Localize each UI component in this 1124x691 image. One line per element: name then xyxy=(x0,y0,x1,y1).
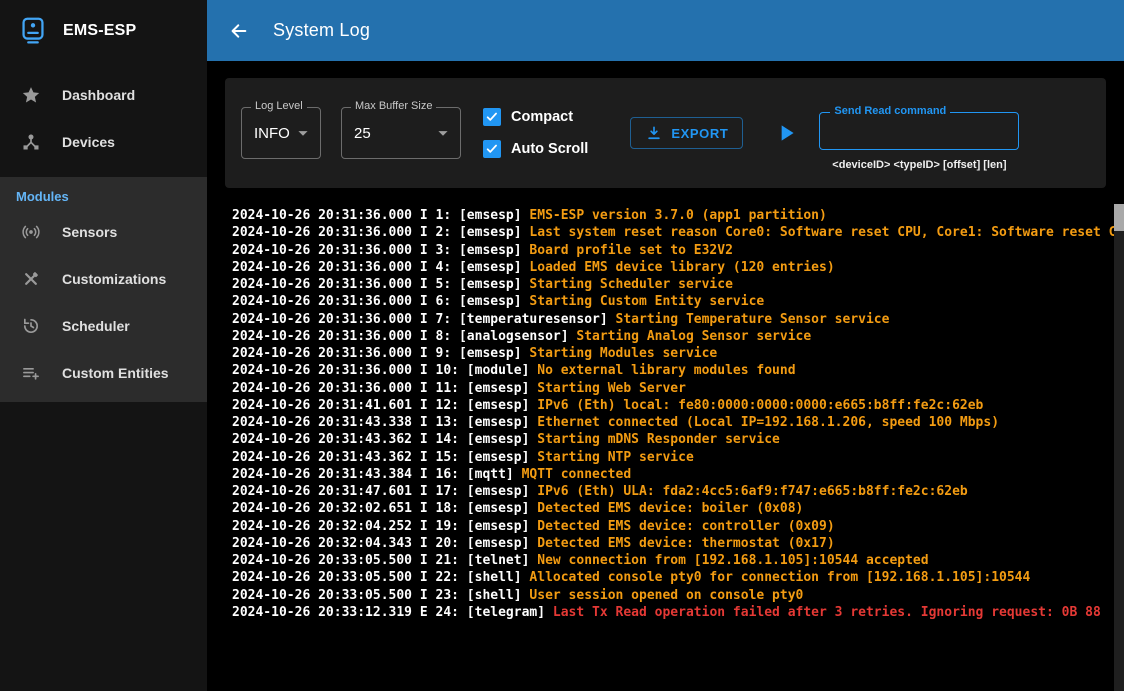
sidebar-header: EMS-ESP xyxy=(0,0,207,61)
sensors-icon xyxy=(20,222,42,242)
page-title: System Log xyxy=(273,20,370,41)
sidebar-item-label: Custom Entities xyxy=(62,365,169,381)
sidebar-item-label: Customizations xyxy=(62,271,166,287)
app-root: EMS-ESP Dashboard Devices Modules xyxy=(0,0,1124,691)
log-line: 2024-10-26 20:31:36.000 I 5: [emsesp] St… xyxy=(232,276,1108,293)
star-icon xyxy=(20,85,42,105)
autoscroll-checkbox-label: Auto Scroll xyxy=(511,141,588,157)
sidebar-item-label: Scheduler xyxy=(62,318,130,334)
download-icon xyxy=(645,124,663,142)
log-level-value: INFO xyxy=(254,125,292,142)
log-line: 2024-10-26 20:32:02.651 I 18: [emsesp] D… xyxy=(232,500,1108,517)
log-toolbar: Log Level INFO Max Buffer Size 25 xyxy=(225,78,1106,188)
log-line: 2024-10-26 20:31:36.000 I 6: [emsesp] St… xyxy=(232,293,1108,310)
log-line: 2024-10-26 20:31:36.000 I 3: [emsesp] Bo… xyxy=(232,242,1108,259)
log-level-label: Log Level xyxy=(251,100,307,112)
log-scrollbar[interactable] xyxy=(1114,204,1124,691)
log-line: 2024-10-26 20:31:43.384 I 16: [mqtt] MQT… xyxy=(232,466,1108,483)
send-read-command-field[interactable]: Send Read command xyxy=(819,112,1019,150)
send-read-command-input[interactable] xyxy=(820,113,1018,149)
sidebar-item-custom-entities[interactable]: Custom Entities xyxy=(0,349,207,396)
sidebar: EMS-ESP Dashboard Devices Modules xyxy=(0,0,207,691)
sidebar-item-scheduler[interactable]: Scheduler xyxy=(0,302,207,349)
log-line: 2024-10-26 20:31:43.338 I 13: [emsesp] E… xyxy=(232,414,1108,431)
modules-section: Modules Sensors xyxy=(0,177,207,402)
log-line: 2024-10-26 20:31:36.000 I 7: [temperatur… xyxy=(232,311,1108,328)
sidebar-item-label: Sensors xyxy=(62,224,117,240)
log-line: 2024-10-26 20:31:36.000 I 11: [emsesp] S… xyxy=(232,380,1108,397)
log-line: 2024-10-26 20:32:04.343 I 20: [emsesp] D… xyxy=(232,535,1108,552)
log-line: 2024-10-26 20:31:36.000 I 4: [emsesp] Lo… xyxy=(232,259,1108,276)
log-line: 2024-10-26 20:31:36.000 I 8: [analogsens… xyxy=(232,328,1108,345)
device-hub-icon xyxy=(20,132,42,152)
log-line: 2024-10-26 20:31:36.000 I 10: [module] N… xyxy=(232,362,1108,379)
log-line: 2024-10-26 20:31:36.000 I 1: [emsesp] EM… xyxy=(232,207,1108,224)
sidebar-item-devices[interactable]: Devices xyxy=(0,118,207,165)
arrow-back-icon[interactable] xyxy=(227,20,249,42)
tools-icon xyxy=(20,269,42,289)
log-output[interactable]: 2024-10-26 20:31:36.000 I 1: [emsesp] EM… xyxy=(207,204,1124,691)
sidebar-item-dashboard[interactable]: Dashboard xyxy=(0,71,207,118)
modules-section-header: Modules xyxy=(0,177,207,208)
log-options: Compact Auto Scroll xyxy=(483,108,588,158)
max-buffer-size-label: Max Buffer Size xyxy=(351,100,436,112)
log-line: 2024-10-26 20:31:41.601 I 12: [emsesp] I… xyxy=(232,397,1108,414)
log-line: 2024-10-26 20:31:36.000 I 9: [emsesp] St… xyxy=(232,345,1108,362)
log-line: 2024-10-26 20:33:05.500 I 23: [shell] Us… xyxy=(232,587,1108,604)
log-line: 2024-10-26 20:31:43.362 I 14: [emsesp] S… xyxy=(232,431,1108,448)
log-level-select[interactable]: Log Level INFO xyxy=(241,107,321,159)
compact-checkbox[interactable]: Compact xyxy=(483,108,588,126)
send-read-command-label: Send Read command xyxy=(830,105,950,117)
ems-esp-logo-icon xyxy=(16,14,50,48)
log-line: 2024-10-26 20:33:05.500 I 22: [shell] Al… xyxy=(232,569,1108,586)
log-lines: 2024-10-26 20:31:36.000 I 1: [emsesp] EM… xyxy=(232,207,1108,621)
main-area: System Log Log Level INFO Max Buffer Siz… xyxy=(207,0,1124,691)
max-buffer-size-select[interactable]: Max Buffer Size 25 xyxy=(341,107,461,159)
log-scrollbar-thumb[interactable] xyxy=(1114,204,1124,231)
log-line: 2024-10-26 20:31:47.601 I 17: [emsesp] I… xyxy=(232,483,1108,500)
play-arrow-icon[interactable] xyxy=(773,120,799,146)
sidebar-item-customizations[interactable]: Customizations xyxy=(0,255,207,302)
sidebar-item-label: Devices xyxy=(62,134,115,150)
chevron-down-icon xyxy=(292,122,314,144)
playlist-add-icon xyxy=(20,363,42,383)
log-line: 2024-10-26 20:32:04.252 I 19: [emsesp] D… xyxy=(232,518,1108,535)
max-buffer-size-value: 25 xyxy=(354,125,432,142)
send-read-command-group: Send Read command <deviceID> <typeID> [o… xyxy=(819,112,1019,171)
log-line: 2024-10-26 20:31:43.362 I 15: [emsesp] S… xyxy=(232,449,1108,466)
export-button-label: EXPORT xyxy=(671,126,728,141)
log-line: 2024-10-26 20:33:12.319 E 24: [telegram]… xyxy=(232,604,1108,621)
checkbox-checked-icon xyxy=(483,108,501,126)
schedule-refresh-icon xyxy=(20,316,42,336)
app-name: EMS-ESP xyxy=(63,22,136,40)
send-command-helper-text: <deviceID> <typeID> [offset] [len] xyxy=(832,159,1006,171)
sidebar-nav: Dashboard Devices Modules xyxy=(0,61,207,402)
compact-checkbox-label: Compact xyxy=(511,109,573,125)
autoscroll-checkbox[interactable]: Auto Scroll xyxy=(483,140,588,158)
export-button[interactable]: EXPORT xyxy=(630,117,743,149)
log-line: 2024-10-26 20:33:05.500 I 21: [telnet] N… xyxy=(232,552,1108,569)
log-line: 2024-10-26 20:31:36.000 I 2: [emsesp] La… xyxy=(232,224,1108,241)
chevron-down-icon xyxy=(432,122,454,144)
checkbox-checked-icon xyxy=(483,140,501,158)
sidebar-item-label: Dashboard xyxy=(62,87,135,103)
appbar: System Log xyxy=(207,0,1124,61)
sidebar-item-sensors[interactable]: Sensors xyxy=(0,208,207,255)
